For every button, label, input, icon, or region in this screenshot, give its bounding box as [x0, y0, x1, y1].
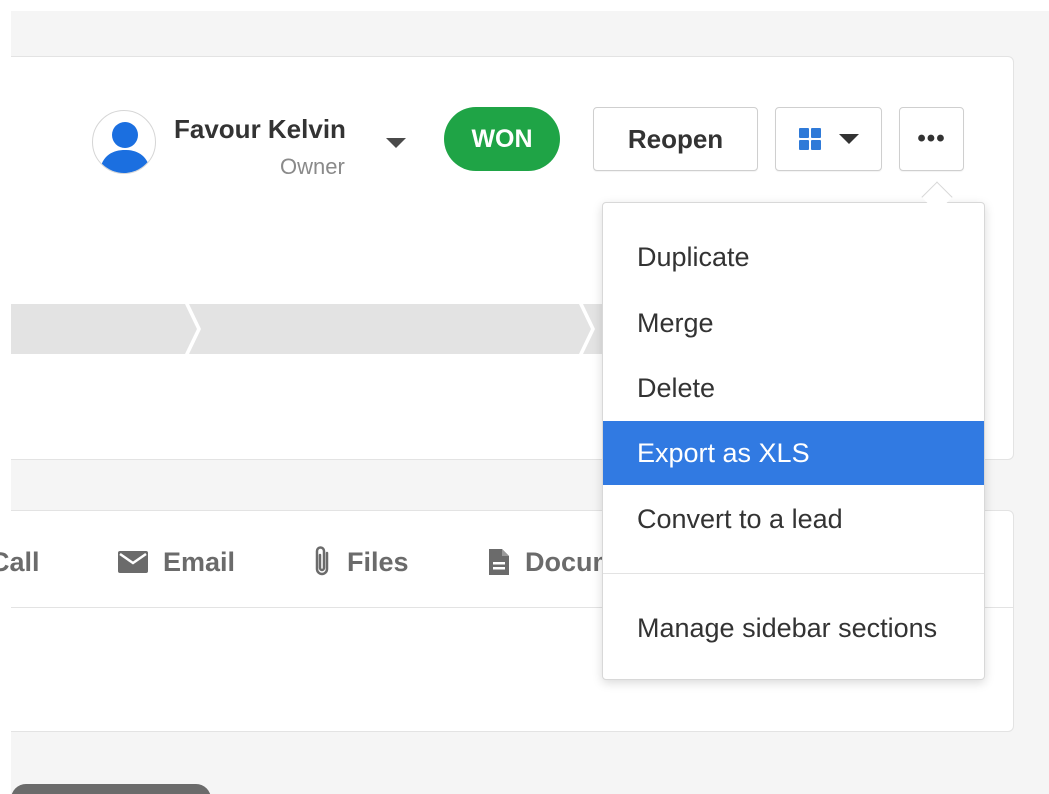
document-icon	[489, 549, 509, 575]
menu-item-merge[interactable]: Merge	[603, 291, 984, 355]
more-actions-menu: Duplicate Merge Delete Export as XLS Con…	[602, 202, 985, 680]
tab-label: Documents	[525, 546, 603, 577]
owner-name: Favour Kelvin	[174, 114, 346, 144]
tab-documents[interactable]: Documents	[487, 543, 603, 581]
menu-divider	[603, 573, 984, 574]
reopen-button[interactable]: Reopen	[593, 107, 758, 171]
pipeline-stage[interactable]	[11, 304, 197, 354]
view-switcher-button[interactable]	[775, 107, 882, 171]
tab-email[interactable]: Email	[117, 543, 235, 581]
tab-label: Files	[347, 546, 409, 577]
envelope-icon	[118, 551, 148, 573]
owner-role: Owner	[280, 154, 345, 179]
pipeline-stage[interactable]	[189, 304, 591, 354]
menu-item-manage-sidebar[interactable]: Manage sidebar sections	[603, 596, 984, 660]
avatar	[92, 110, 156, 174]
status-badge: WON	[444, 107, 560, 171]
owner-selector[interactable]: Favour Kelvin Owner	[92, 110, 422, 180]
tab-call[interactable]: Call	[0, 543, 40, 581]
menu-item-convert-to-lead[interactable]: Convert to a lead	[603, 487, 984, 551]
chevron-down-icon	[838, 134, 859, 144]
chevron-down-icon[interactable]	[386, 138, 406, 148]
bottom-pill[interactable]	[11, 784, 211, 794]
tab-label: Email	[163, 546, 236, 577]
menu-item-export-xls[interactable]: Export as XLS	[603, 421, 984, 485]
menu-item-duplicate[interactable]: Duplicate	[603, 225, 984, 289]
tab-label: Call	[0, 546, 40, 577]
paperclip-icon	[315, 546, 329, 576]
person-silhouette-icon	[99, 122, 151, 173]
deal-page: Favour Kelvin Owner WON Reopen ••• Call …	[0, 0, 1049, 794]
menu-item-delete[interactable]: Delete	[603, 356, 984, 420]
grid-icon	[798, 128, 821, 150]
tab-files[interactable]: Files	[311, 543, 409, 581]
more-actions-button[interactable]: •••	[899, 107, 964, 171]
pipeline-stages	[11, 304, 631, 354]
